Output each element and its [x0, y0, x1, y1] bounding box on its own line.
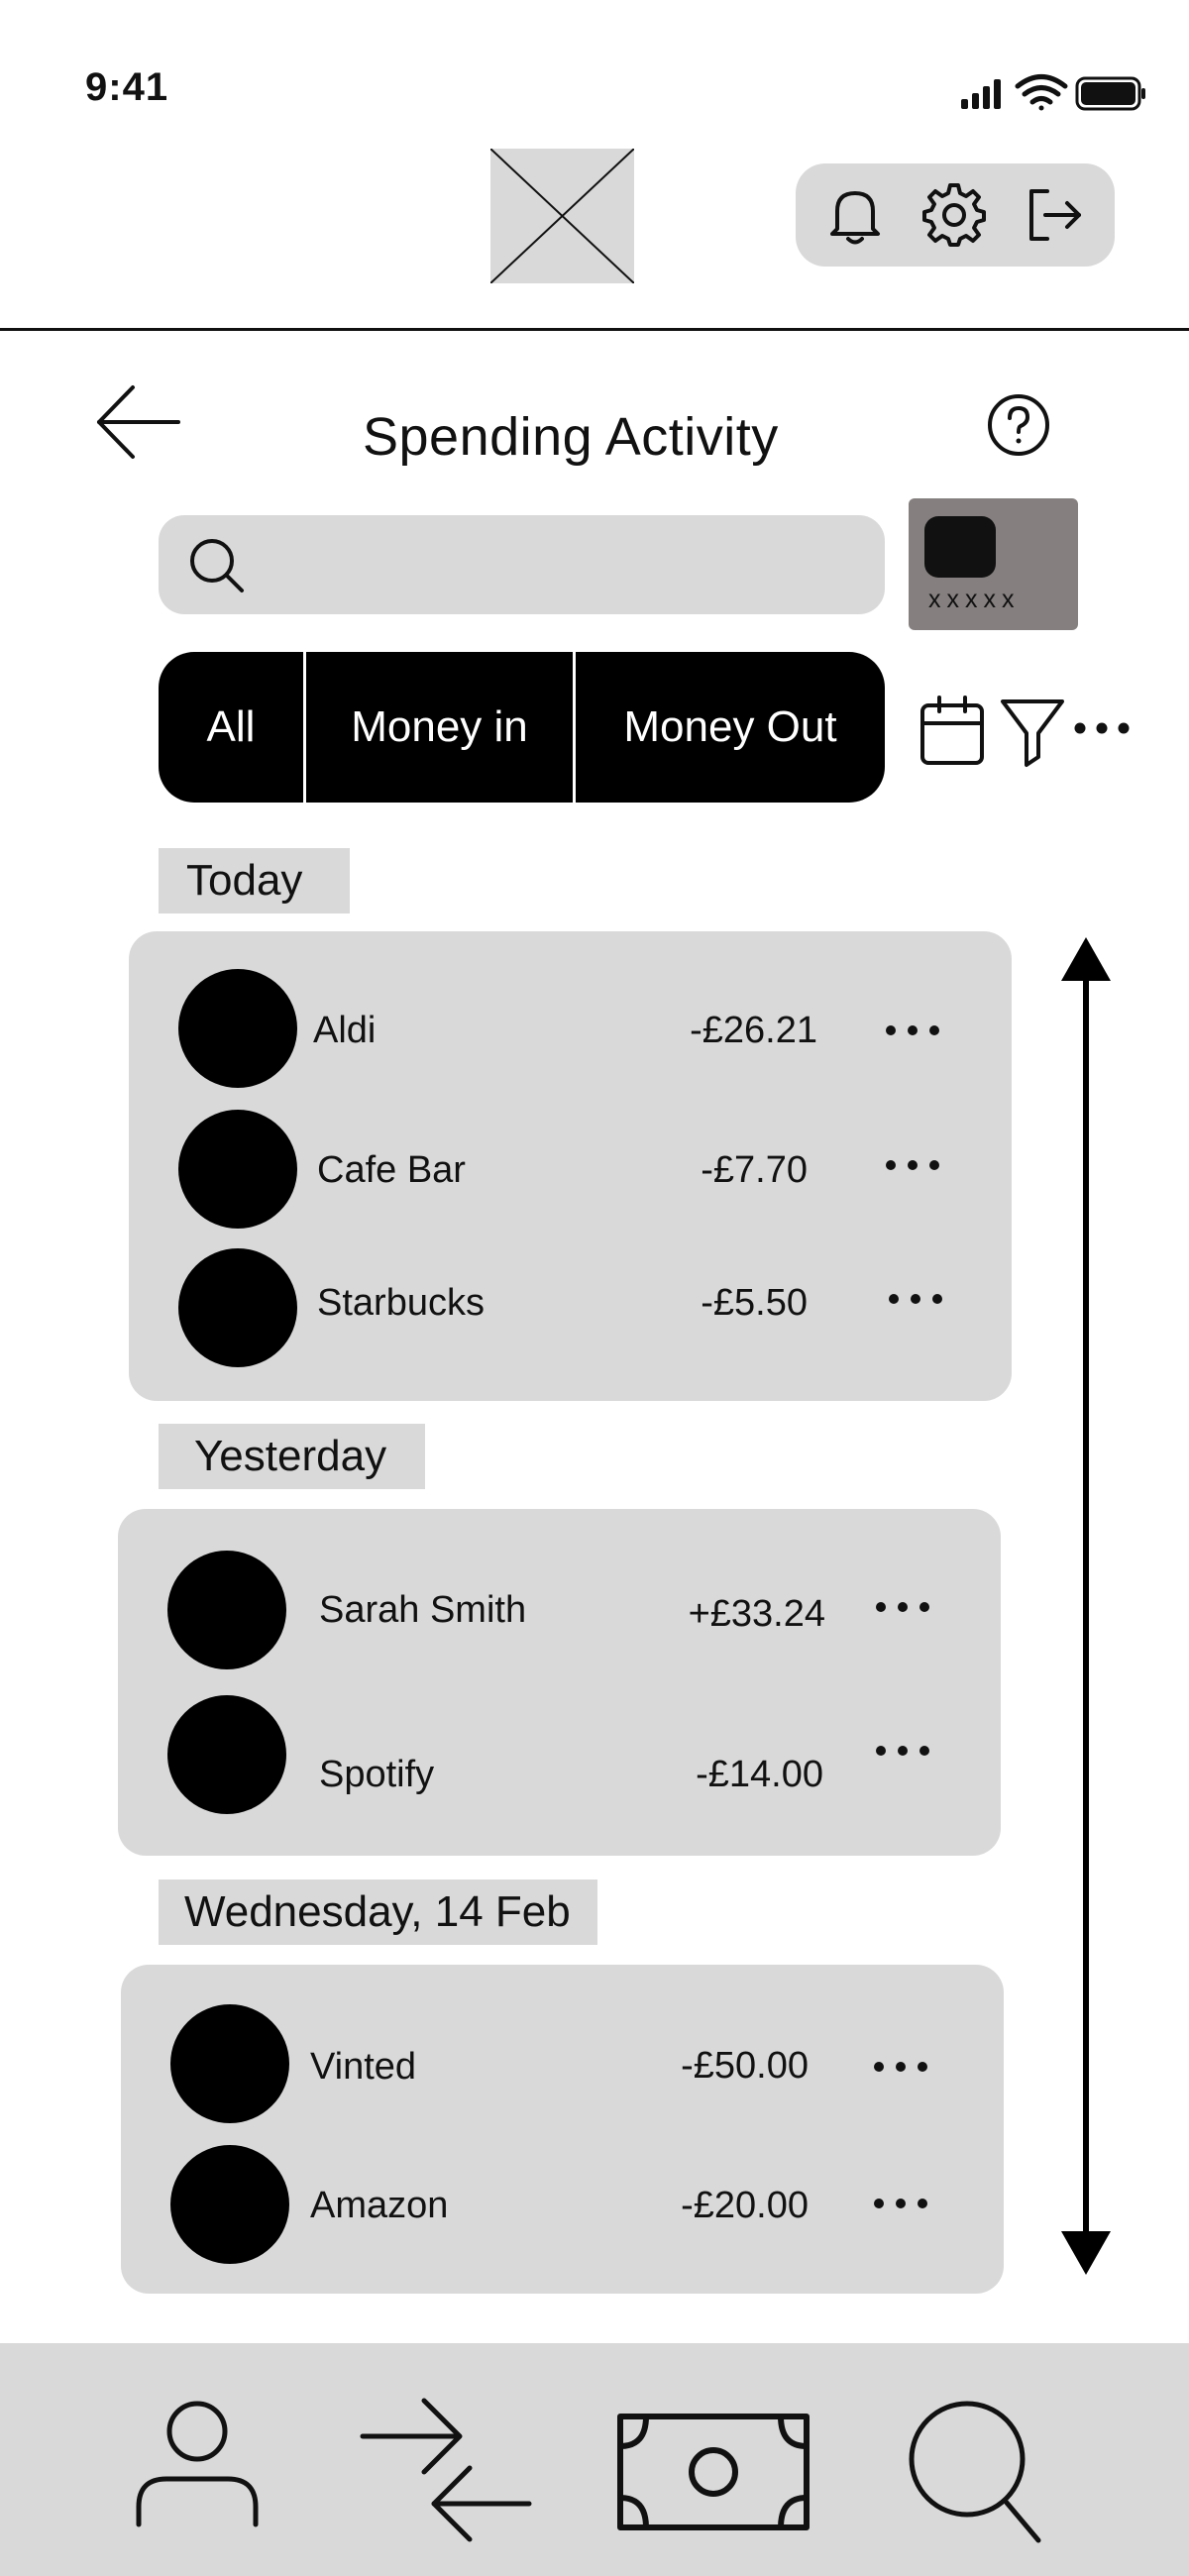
transaction-amount: -£7.70	[701, 1149, 808, 1191]
transaction-amount: +£33.24	[688, 1593, 825, 1635]
logout-icon[interactable]	[1020, 181, 1087, 249]
transaction-row[interactable]: Sarah Smith +£33.24	[118, 1551, 1001, 1669]
transaction-group-today: Aldi -£26.21 Cafe Bar -£7.70 Starbucks -…	[129, 931, 1012, 1401]
more-icon[interactable]	[883, 1153, 942, 1177]
transaction-filter-tabs: All Money in Money Out	[159, 652, 885, 803]
tab-money-in[interactable]: Money in	[306, 652, 576, 803]
transaction-row[interactable]: Aldi -£26.21	[129, 969, 1012, 1088]
merchant-avatar	[170, 2145, 289, 2264]
transaction-amount: -£5.50	[701, 1282, 808, 1324]
merchant-avatar	[178, 1110, 297, 1229]
transaction-amount: -£26.21	[690, 1010, 817, 1051]
more-icon[interactable]	[886, 1287, 945, 1311]
page-title: Spending Activity	[363, 407, 779, 467]
search-icon[interactable]	[906, 2398, 1044, 2546]
logo-placeholder	[490, 149, 634, 283]
transaction-row[interactable]: Vinted -£50.00	[121, 2004, 1004, 2123]
gear-icon[interactable]	[920, 181, 988, 249]
person-icon[interactable]	[131, 2396, 264, 2528]
transaction-row[interactable]: Amazon -£20.00	[121, 2145, 1004, 2264]
transfer-arrows-icon[interactable]	[359, 2391, 535, 2549]
search-bar	[159, 515, 885, 614]
more-icon[interactable]	[1070, 708, 1134, 748]
battery-icon	[1075, 76, 1145, 111]
merchant-name: Amazon	[310, 2185, 449, 2226]
merchant-name: Vinted	[310, 2046, 417, 2088]
search-icon	[186, 535, 248, 596]
merchant-name: Cafe Bar	[317, 1149, 466, 1191]
merchant-avatar	[178, 969, 297, 1088]
bottom-nav	[0, 2343, 1189, 2576]
merchant-avatar	[167, 1695, 286, 1814]
header-actions	[796, 163, 1115, 267]
merchant-name: Spotify	[319, 1754, 435, 1795]
section-label-yesterday: Yesterday	[159, 1424, 425, 1489]
merchant-avatar	[170, 2004, 289, 2123]
more-icon[interactable]	[871, 2055, 930, 2079]
transaction-row[interactable]: Cafe Bar -£7.70	[129, 1110, 1012, 1229]
status-time: 9:41	[85, 65, 169, 109]
merchant-name: Starbucks	[317, 1282, 485, 1324]
status-icons	[951, 69, 1149, 115]
search-input[interactable]	[262, 531, 856, 598]
transaction-amount: -£20.00	[681, 2185, 809, 2226]
calendar-icon[interactable]	[918, 694, 987, 767]
card-selector[interactable]: xxxxx	[909, 498, 1078, 630]
section-label-today: Today	[159, 848, 350, 913]
transaction-group-wednesday: Vinted -£50.00 Amazon -£20.00	[121, 1965, 1004, 2294]
tab-money-out[interactable]: Money Out	[576, 652, 885, 803]
wifi-icon	[1015, 74, 1068, 111]
more-icon[interactable]	[873, 1739, 932, 1763]
bell-icon[interactable]	[821, 181, 889, 249]
header-divider	[0, 328, 1189, 331]
merchant-avatar	[178, 1248, 297, 1367]
more-icon[interactable]	[871, 2192, 930, 2215]
cellular-signal-icon	[961, 79, 1001, 109]
merchant-avatar	[167, 1551, 286, 1669]
more-icon[interactable]	[883, 1019, 942, 1042]
transaction-amount: -£14.00	[696, 1754, 823, 1795]
more-icon[interactable]	[873, 1595, 932, 1619]
arrow-left-icon[interactable]	[91, 381, 186, 463]
tab-all[interactable]: All	[159, 652, 306, 803]
merchant-name: Sarah Smith	[319, 1589, 527, 1631]
transaction-row[interactable]: Starbucks -£5.50	[129, 1248, 1012, 1367]
banknote-icon[interactable]	[616, 2413, 811, 2531]
transaction-amount: -£50.00	[681, 2045, 809, 2087]
card-chip	[924, 516, 996, 578]
transaction-row[interactable]: Spotify -£14.00	[118, 1695, 1001, 1814]
question-circle-icon[interactable]	[985, 391, 1052, 459]
scroll-indicator[interactable]	[1058, 937, 1114, 2275]
card-number: xxxxx	[928, 586, 1021, 613]
filter-icon[interactable]	[999, 694, 1066, 769]
section-label-wednesday: Wednesday, 14 Feb	[159, 1879, 597, 1945]
merchant-name: Aldi	[313, 1010, 377, 1051]
transaction-group-yesterday: Sarah Smith +£33.24 Spotify -£14.00	[118, 1509, 1001, 1856]
